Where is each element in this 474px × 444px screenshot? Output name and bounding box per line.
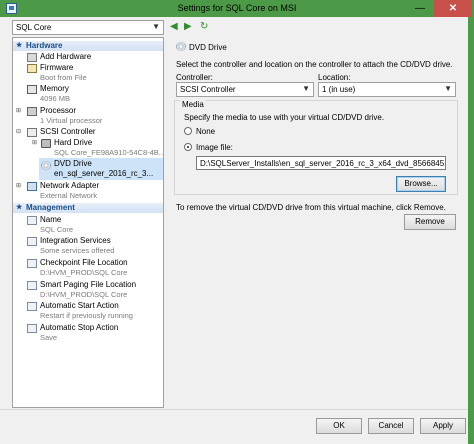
automatic-stop-icon <box>27 324 37 333</box>
ok-button[interactable]: OK <box>316 418 362 434</box>
chevron-down-icon: ▼ <box>152 22 160 31</box>
forward-arrow-icon[interactable]: ▶ <box>184 21 192 32</box>
management-header-label: Management <box>26 203 75 212</box>
media-description: Specify the media to use with your virtu… <box>184 113 385 122</box>
collapse-icon[interactable]: ⊟ <box>16 128 21 135</box>
window-border-right <box>468 17 474 444</box>
firmware-icon <box>27 64 37 73</box>
location-label: Location: <box>318 73 351 82</box>
title-bar[interactable]: Settings for SQL Core on MSI — ✕ <box>0 0 474 17</box>
tree-sub-integration-services: Some services offered <box>40 246 115 255</box>
none-radio[interactable] <box>184 127 192 135</box>
automatic-start-icon <box>27 302 37 311</box>
remove-button[interactable]: Remove <box>404 214 456 230</box>
expand-icon[interactable]: ⊞ <box>16 182 21 189</box>
tree-item-name[interactable]: Name <box>40 215 61 225</box>
tree-sub-automatic-stop-action: Save <box>40 333 58 342</box>
memory-icon <box>27 85 37 94</box>
integration-services-icon <box>27 237 37 246</box>
tree-sub-hard-drive: SQL Core_FE98A910-54C8-4B... <box>54 148 164 157</box>
window-title: Settings for SQL Core on MSI <box>177 3 297 13</box>
expand-icon[interactable]: ⊞ <box>16 107 21 114</box>
tree-item-smart-paging-file-location[interactable]: Smart Paging File Location <box>40 280 136 290</box>
collapse-icon: ★ <box>16 204 23 211</box>
tree-item-checkpoint-file-location[interactable]: Checkpoint File Location <box>40 258 128 268</box>
close-button[interactable]: ✕ <box>434 0 472 17</box>
browse-button[interactable]: Browse... <box>396 176 446 192</box>
network-adapter-icon <box>27 182 37 191</box>
controller-select[interactable]: SCSI Controller ▼ <box>176 82 314 97</box>
dvd-drive-heading-icon <box>176 42 186 51</box>
cancel-button[interactable]: Cancel <box>368 418 414 434</box>
panel-intro-text: Select the controller and location on th… <box>176 60 453 69</box>
management-section-header[interactable]: ★ Management <box>13 203 163 213</box>
name-icon <box>27 216 37 225</box>
controller-label: Controller: <box>176 73 213 82</box>
tree-sub-memory: 4096 MB <box>40 94 71 103</box>
tree-item-scsi-controller[interactable]: SCSI Controller <box>40 127 96 137</box>
tree-item-firmware[interactable]: Firmware <box>40 63 73 73</box>
panel-heading: DVD Drive <box>189 43 227 52</box>
scsi-controller-icon <box>27 128 37 137</box>
tree-item-hard-drive[interactable]: Hard Drive <box>54 138 92 148</box>
back-arrow-icon[interactable]: ◀ <box>170 21 178 32</box>
checkpoint-location-icon <box>27 259 37 268</box>
tree-item-automatic-start-action[interactable]: Automatic Start Action <box>40 301 119 311</box>
vm-select-value: SQL Core <box>16 23 52 32</box>
location-select-value: 1 (in use) <box>322 85 356 94</box>
refresh-icon[interactable]: ↻ <box>200 21 208 32</box>
hardware-header-label: Hardware <box>26 41 63 50</box>
controller-select-value: SCSI Controller <box>180 85 236 94</box>
none-radio-label[interactable]: None <box>196 127 215 136</box>
tree-item-processor[interactable]: Processor <box>40 106 76 116</box>
tree-sub-dvd-drive: en_sql_server_2016_rc_3... <box>54 169 154 178</box>
tree-sub-firmware: Boot from File <box>40 73 87 82</box>
tree-sub-automatic-start-action: Restart if previously running <box>40 311 133 320</box>
dvd-drive-icon <box>41 161 51 170</box>
settings-window: Settings for SQL Core on MSI — ✕ SQL Cor… <box>0 0 474 444</box>
tree-sub-checkpoint-file-location: D:\HVM_PROD\SQL Core <box>40 268 128 277</box>
remove-instructions: To remove the virtual CD/DVD drive from … <box>176 203 446 212</box>
tree-item-memory[interactable]: Memory <box>40 84 69 94</box>
minimize-button[interactable]: — <box>410 0 430 17</box>
media-group-label: Media <box>180 100 206 109</box>
location-select[interactable]: 1 (in use) ▼ <box>318 82 456 97</box>
image-file-path-input[interactable]: D:\SQLServer_Installs\en_sql_server_2016… <box>196 156 446 170</box>
chevron-down-icon: ▼ <box>302 84 310 93</box>
image-file-radio[interactable] <box>184 143 192 151</box>
tree-item-automatic-stop-action[interactable]: Automatic Stop Action <box>40 323 118 333</box>
chevron-down-icon: ▼ <box>444 84 452 93</box>
processor-icon <box>27 107 37 116</box>
settings-tree[interactable]: ★ Hardware Add Hardware Firmware Boot fr… <box>12 37 164 408</box>
apply-button[interactable]: Apply <box>420 418 466 434</box>
smart-paging-icon <box>27 281 37 290</box>
collapse-icon: ★ <box>16 42 23 49</box>
image-file-radio-label[interactable]: Image file: <box>196 143 233 152</box>
tree-item-add-hardware[interactable]: Add Hardware <box>40 52 91 62</box>
vm-select[interactable]: SQL Core ▼ <box>12 20 164 35</box>
expand-icon[interactable]: ⊞ <box>32 139 37 146</box>
tree-item-integration-services[interactable]: Integration Services <box>40 236 111 246</box>
footer-divider <box>0 409 474 410</box>
tree-sub-network-adapter: External Network <box>40 191 98 200</box>
tree-item-dvd-drive[interactable]: DVD Drive <box>54 159 92 169</box>
tree-sub-smart-paging-file-location: D:\HVM_PROD\SQL Core <box>40 290 128 299</box>
hardware-section-header[interactable]: ★ Hardware <box>13 41 163 51</box>
tree-sub-name: SQL Core <box>40 225 74 234</box>
hard-drive-icon <box>41 139 51 148</box>
tree-sub-processor: 1 Virtual processor <box>40 116 103 125</box>
tree-item-network-adapter[interactable]: Network Adapter <box>40 181 99 191</box>
add-hardware-icon <box>27 53 37 62</box>
